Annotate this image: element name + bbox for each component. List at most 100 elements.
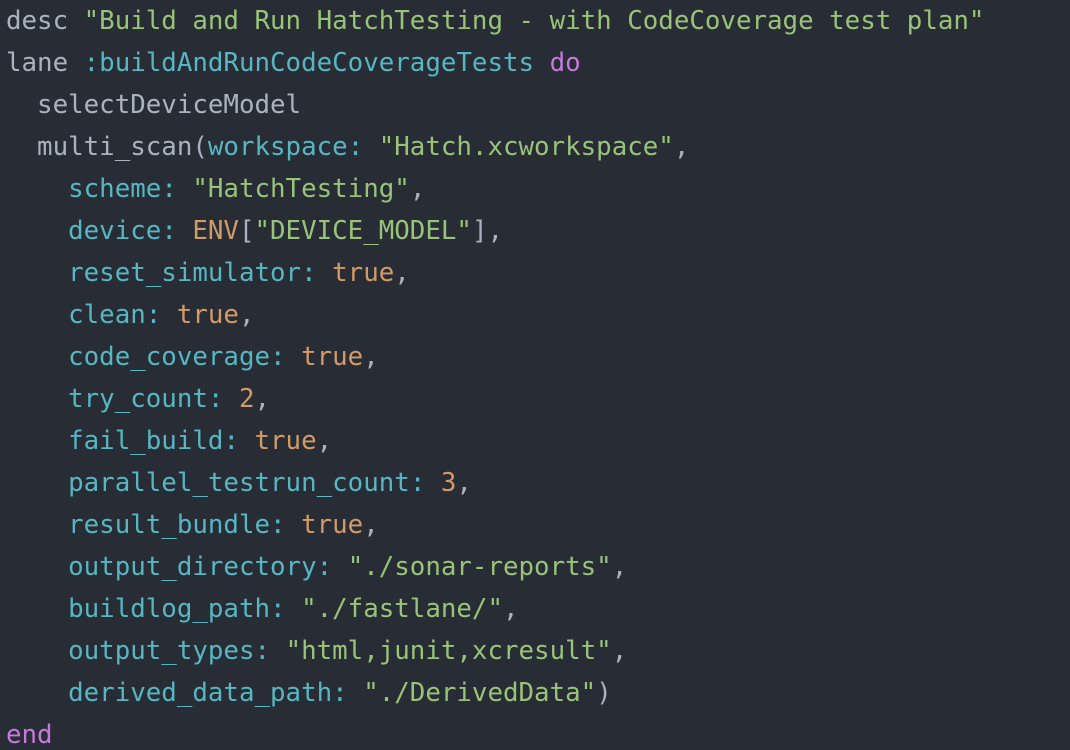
- code-line[interactable]: lane :buildAndRunCodeCoverageTests do: [6, 42, 1070, 84]
- code-token-key: :: [270, 510, 302, 540]
- code-block[interactable]: desc "Build and Run HatchTesting - with …: [0, 0, 1070, 750]
- code-token-key: :: [207, 384, 239, 414]
- code-token-key: fail_build: [68, 426, 224, 456]
- code-token-key: result_bundle: [68, 510, 271, 540]
- code-token-key: :: [347, 132, 379, 162]
- code-token-string: "./DerivedData": [363, 678, 597, 708]
- code-token-punct: ,: [456, 468, 472, 498]
- code-token-key: :: [270, 342, 302, 372]
- code-token-string: "HatchTesting": [192, 174, 410, 204]
- code-token-key: :: [254, 636, 286, 666]
- code-token-key: clean: [68, 300, 146, 330]
- code-token-key: code_coverage: [68, 342, 271, 372]
- code-token-key: scheme: [68, 174, 162, 204]
- code-line[interactable]: desc "Build and Run HatchTesting - with …: [6, 0, 1070, 42]
- code-token-key: :: [161, 174, 193, 204]
- code-token-punct: ,: [363, 342, 379, 372]
- code-token-keyword: end: [6, 720, 53, 750]
- code-token-punct: ,: [409, 174, 426, 204]
- code-line[interactable]: reset_simulator: true,: [6, 252, 1070, 294]
- code-token-const: ENV: [192, 216, 239, 246]
- code-line[interactable]: end: [6, 714, 1070, 750]
- code-token-punct: ,: [238, 300, 255, 330]
- code-token-number: 2: [238, 384, 255, 414]
- code-token-key: :: [332, 678, 364, 708]
- code-token-key: :: [316, 552, 348, 582]
- code-token-punct: ,: [394, 258, 410, 288]
- code-token-text: selectDeviceModel: [6, 90, 302, 120]
- code-line[interactable]: multi_scan(workspace: "Hatch.xcworkspace…: [6, 126, 1070, 168]
- code-token-punct: ,: [363, 510, 379, 540]
- code-token-punct: [: [238, 216, 255, 246]
- code-token-punct: ,: [611, 636, 628, 666]
- code-token-key: :: [301, 258, 333, 288]
- code-line[interactable]: output_types: "html,junit,xcresult",: [6, 630, 1070, 672]
- code-token-key: :: [145, 300, 177, 330]
- code-token-punct: ,: [673, 132, 690, 162]
- code-line[interactable]: scheme: "HatchTesting",: [6, 168, 1070, 210]
- code-token-string: "./sonar-reports": [347, 552, 612, 582]
- code-token-key: parallel_testrun_count: [68, 468, 410, 498]
- code-line[interactable]: selectDeviceModel: [6, 84, 1070, 126]
- code-token-punct: ,: [254, 384, 271, 414]
- code-token-punct: ,: [503, 594, 519, 624]
- code-line[interactable]: result_bundle: true,: [6, 504, 1070, 546]
- code-token-string: "DEVICE_MODEL": [254, 216, 472, 246]
- code-token-string: "Hatch.xcworkspace": [378, 132, 674, 162]
- code-token-key: :: [409, 468, 441, 498]
- code-line[interactable]: buildlog_path: "./fastlane/",: [6, 588, 1070, 630]
- code-token-key: derived_data_path: [68, 678, 333, 708]
- code-token-punct: ,: [611, 552, 628, 582]
- code-line[interactable]: try_count: 2,: [6, 378, 1070, 420]
- code-token-keyword: do: [549, 48, 581, 78]
- code-token-key: reset_simulator: [68, 258, 302, 288]
- code-token-key: device: [68, 216, 162, 246]
- code-token-symbol: :buildAndRunCodeCoverageTests: [83, 48, 535, 78]
- code-editor[interactable]: desc "Build and Run HatchTesting - with …: [0, 0, 1070, 750]
- code-token-key: output_types: [68, 636, 255, 666]
- code-token-key: try_count: [68, 384, 208, 414]
- code-token-bool: true: [301, 342, 364, 372]
- code-token-key: :: [270, 594, 302, 624]
- code-token-string: "./fastlane/": [301, 594, 503, 624]
- code-token-text: lane: [6, 48, 84, 78]
- code-token-key: output_directory: [68, 552, 317, 582]
- code-token-string: "html,junit,xcresult": [285, 636, 612, 666]
- code-token-bool: true: [254, 426, 317, 456]
- code-line[interactable]: clean: true,: [6, 294, 1070, 336]
- code-token-key: buildlog_path: [68, 594, 271, 624]
- code-line[interactable]: output_directory: "./sonar-reports",: [6, 546, 1070, 588]
- code-line[interactable]: parallel_testrun_count: 3,: [6, 462, 1070, 504]
- code-token-key: :: [161, 216, 193, 246]
- code-token-text: desc: [6, 6, 84, 36]
- code-token-bool: true: [176, 300, 239, 330]
- code-token-bool: true: [332, 258, 395, 288]
- code-token-text: multi_scan(: [6, 132, 208, 162]
- code-line[interactable]: derived_data_path: "./DerivedData"): [6, 672, 1070, 714]
- code-token-bool: true: [301, 510, 364, 540]
- code-token-string: "Build and Run HatchTesting - with CodeC…: [83, 6, 985, 36]
- code-token-number: 3: [440, 468, 457, 498]
- code-token-key: :: [223, 426, 255, 456]
- code-line[interactable]: code_coverage: true,: [6, 336, 1070, 378]
- code-line[interactable]: fail_build: true,: [6, 420, 1070, 462]
- code-token-punct: ): [596, 678, 612, 708]
- code-token-key: workspace: [207, 132, 348, 162]
- code-line[interactable]: device: ENV["DEVICE_MODEL"],: [6, 210, 1070, 252]
- code-token-punct: ,: [316, 426, 333, 456]
- code-token-punct: ],: [471, 216, 503, 246]
